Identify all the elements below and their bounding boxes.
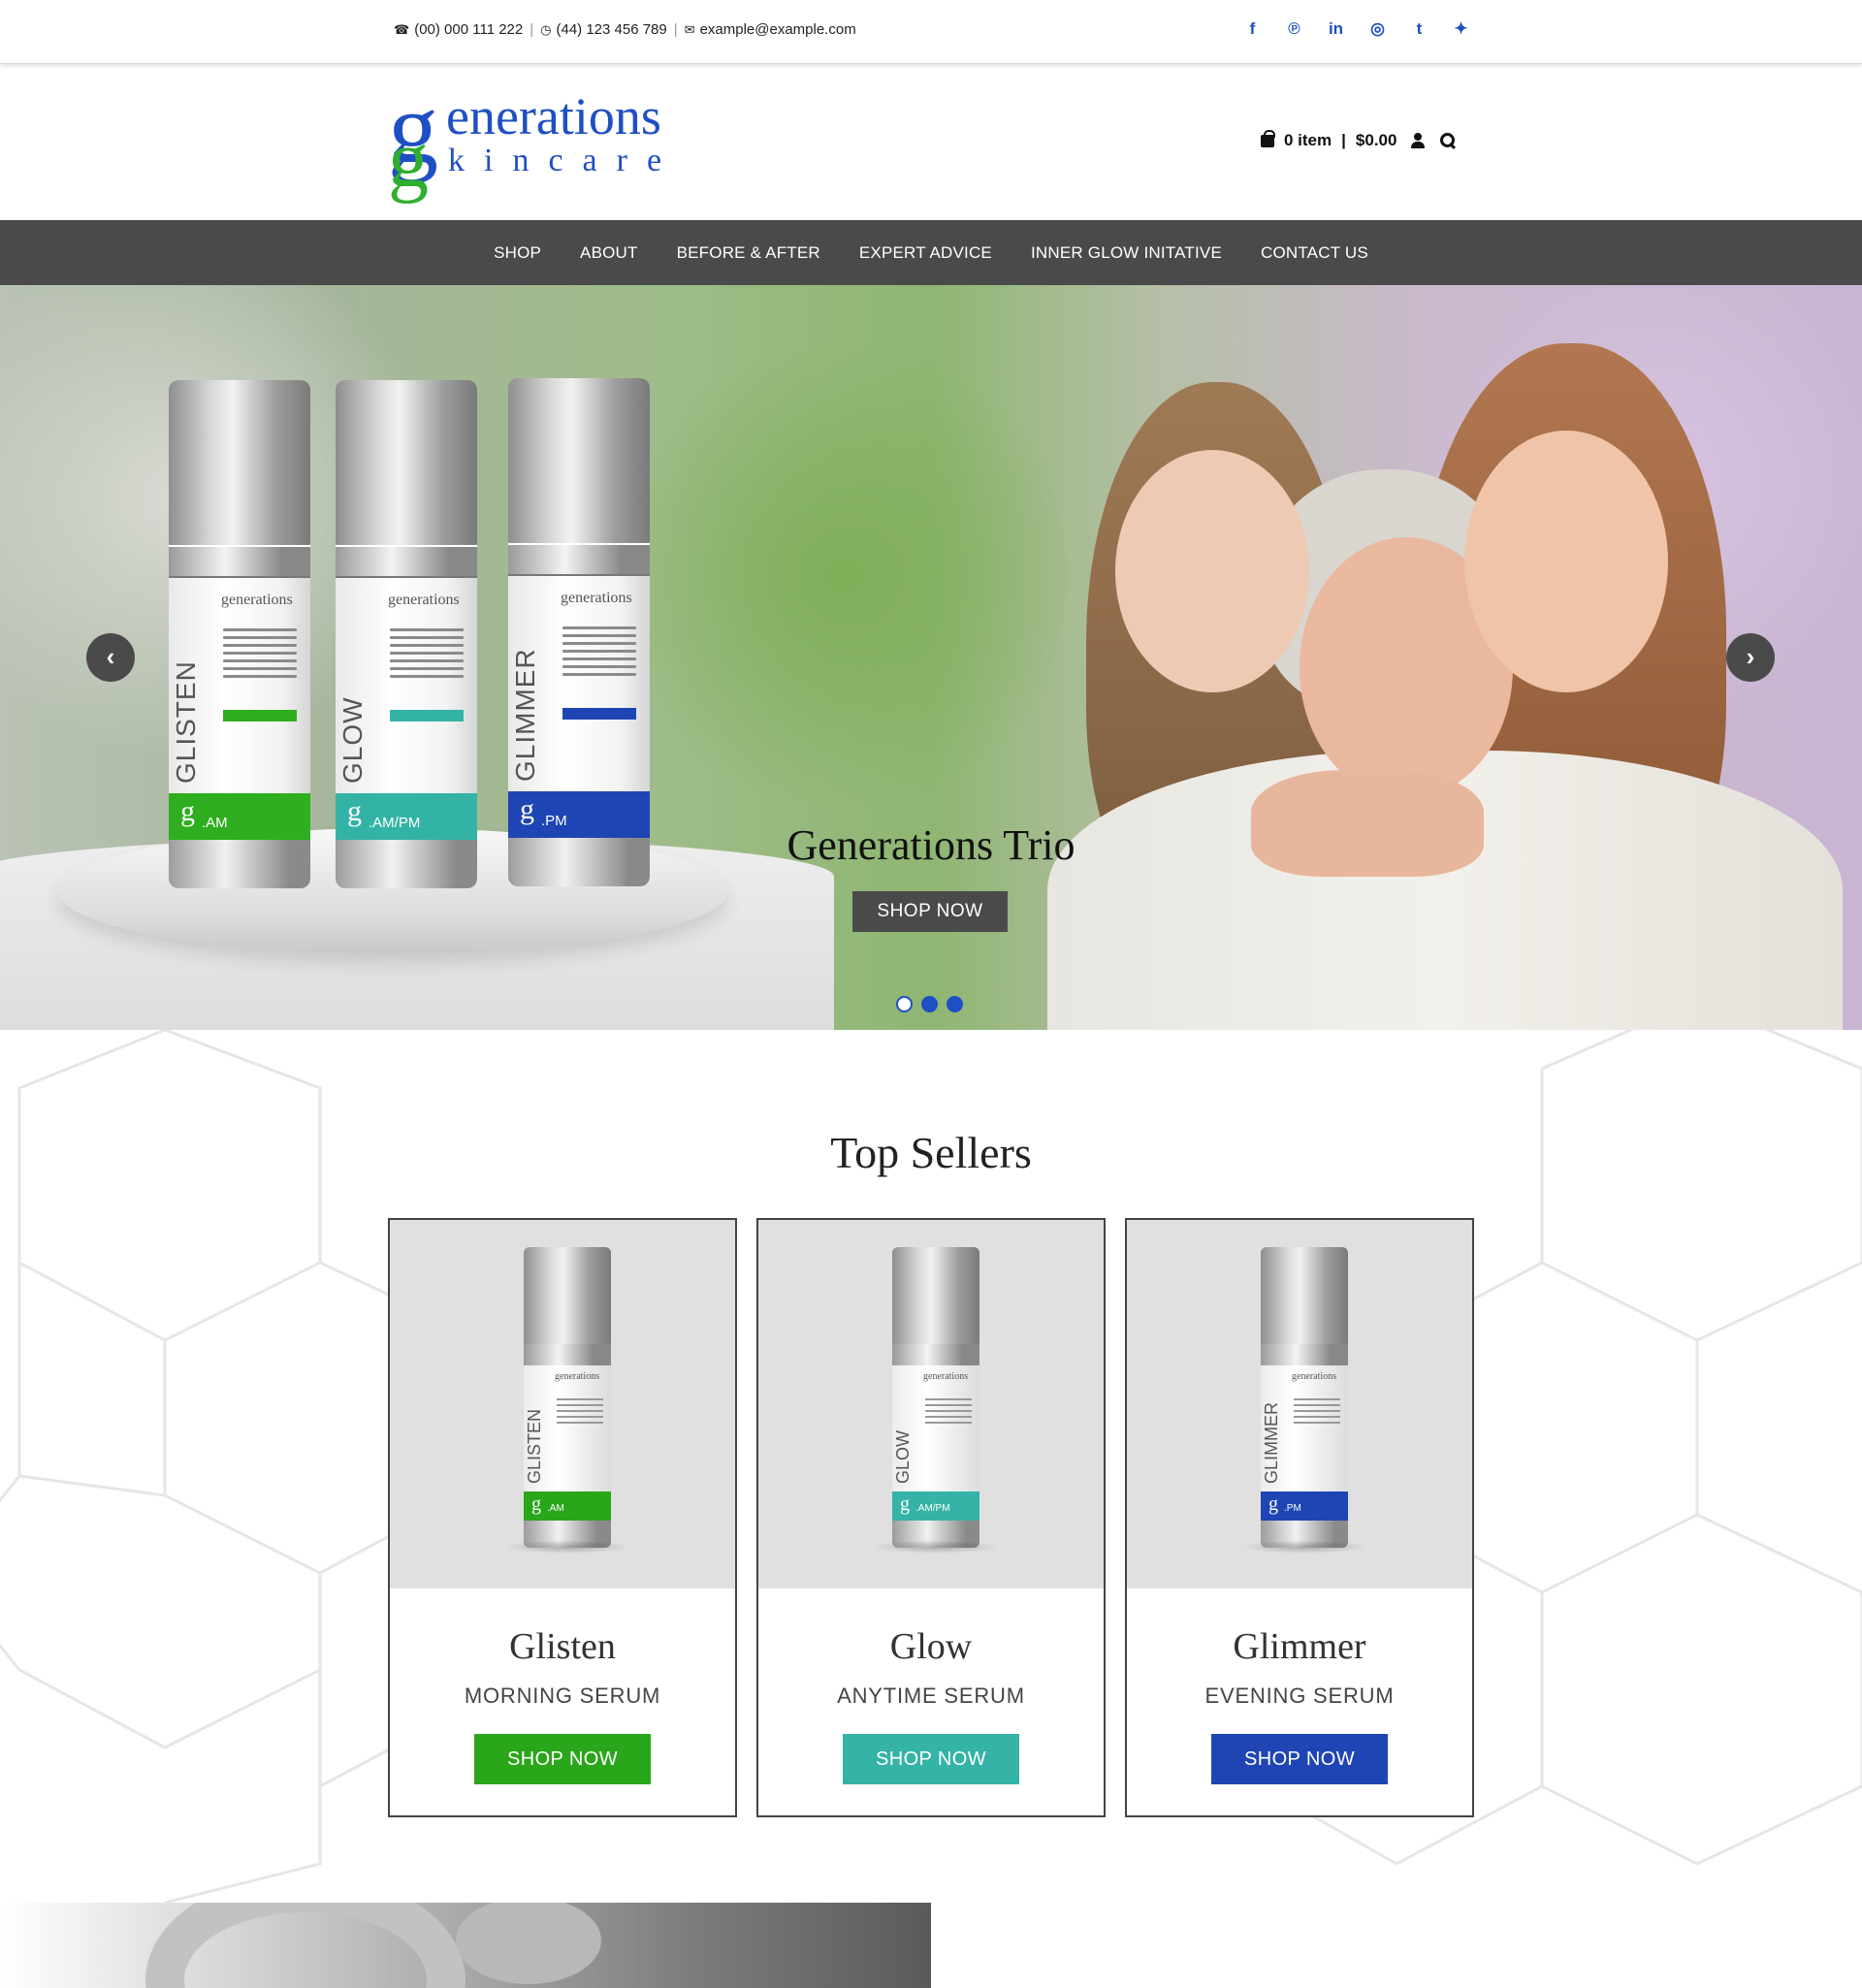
- hero-background-blur: [621, 324, 1067, 828]
- envelope-icon: ✉: [684, 21, 695, 37]
- slider-dots: [896, 996, 972, 1012]
- site-header: g g enerations kincare 0 item | $0.00: [0, 65, 1862, 220]
- bottle-brand: generations: [388, 592, 460, 608]
- main-nav: SHOP ABOUT BEFORE & AFTER EXPERT ADVICE …: [0, 220, 1862, 285]
- product-name[interactable]: Glisten: [390, 1625, 735, 1668]
- cart-divider: |: [1341, 131, 1346, 149]
- slider-dot-1[interactable]: [896, 996, 913, 1012]
- hero-shop-now-button[interactable]: SHOP NOW: [852, 891, 1008, 932]
- bottle-brand: generations: [1292, 1371, 1337, 1382]
- large-g-logo-mark-tail: [456, 1903, 601, 1984]
- bottle-brand: generations: [923, 1371, 969, 1382]
- bottle-g-mark: g: [1268, 1493, 1278, 1515]
- product-image[interactable]: GLISTEN generations g .AM: [390, 1220, 735, 1588]
- bottle-name: GLOW: [893, 1429, 913, 1484]
- bottle-brand: generations: [221, 592, 293, 608]
- site-logo[interactable]: g g enerations kincare: [384, 79, 694, 201]
- bottle-name: GLIMMER: [1262, 1401, 1281, 1484]
- product-card-glimmer[interactable]: GLIMMER generations g .PM Glimmer EVENIN…: [1125, 1218, 1474, 1817]
- bottle-band-label: .AM: [547, 1503, 564, 1514]
- bottle-brand: generations: [555, 1371, 600, 1382]
- logo-g-green: g: [388, 114, 429, 205]
- pinterest-icon[interactable]: ℗: [1273, 19, 1315, 39]
- instagram-icon[interactable]: ◎: [1357, 19, 1398, 39]
- slider-dot-2[interactable]: [921, 996, 938, 1012]
- shop-now-button-glisten[interactable]: SHOP NOW: [474, 1734, 651, 1784]
- slider-dot-3[interactable]: [947, 996, 963, 1012]
- product-name[interactable]: Glimmer: [1127, 1625, 1472, 1668]
- product-image[interactable]: GLOW generations g .AM/PM: [758, 1220, 1104, 1588]
- product-name[interactable]: Glow: [758, 1625, 1104, 1668]
- logo-word-2: kincare: [448, 143, 682, 178]
- nav-item-before-after[interactable]: BEFORE & AFTER: [658, 243, 840, 263]
- contact-divider: |: [673, 21, 678, 38]
- shop-now-button-glow[interactable]: SHOP NOW: [843, 1734, 1019, 1784]
- top-sellers-section: Top Sellers GLISTEN generations g .AM Gl…: [0, 1030, 1862, 1903]
- facebook-icon[interactable]: f: [1232, 19, 1273, 39]
- twitter-icon[interactable]: ✦: [1440, 19, 1482, 39]
- bottle-g-mark: g: [347, 795, 362, 827]
- hero-title: Generations Trio: [787, 821, 1075, 869]
- product-card-glisten[interactable]: GLISTEN generations g .AM Glisten MORNIN…: [388, 1218, 737, 1817]
- cart-summary[interactable]: 0 item | $0.00: [1261, 129, 1456, 150]
- phone-1-text: (00) 000 111 222: [414, 21, 524, 38]
- phone-icon: ☎: [394, 21, 410, 37]
- logo-word-1: enerations: [446, 87, 661, 145]
- bottle-name: GLISTEN: [525, 1408, 544, 1484]
- product-subtitle: ANYTIME SERUM: [837, 1683, 1025, 1708]
- bottle-name: GLISTEN: [171, 660, 201, 784]
- shopping-bag-icon: [1261, 129, 1275, 147]
- shop-now-button-glimmer[interactable]: SHOP NOW: [1211, 1734, 1388, 1784]
- contact-phone-1[interactable]: ☎ (00) 000 111 222: [394, 21, 523, 38]
- cart-total: $0.00: [1355, 131, 1397, 149]
- product-card-glow[interactable]: GLOW generations g .AM/PM Glow ANYTIME S…: [756, 1218, 1106, 1817]
- top-sellers-title: Top Sellers: [830, 1128, 1032, 1177]
- contact-phone-2[interactable]: ◷ (44) 123 456 789: [540, 21, 667, 38]
- bottle-band-label: .PM: [541, 813, 567, 829]
- social-links: f ℗ in ◎ t ✦: [1232, 19, 1482, 39]
- large-g-logo-mark: [145, 1903, 466, 1988]
- bottle-band-label: .AM/PM: [915, 1503, 950, 1514]
- bottle-name: GLIMMER: [510, 648, 540, 782]
- bottle-g-mark: g: [531, 1493, 541, 1515]
- linkedin-icon[interactable]: in: [1315, 19, 1357, 39]
- hero-bottle-glimmer: GLIMMER generations g .PM: [508, 378, 650, 886]
- nav-item-shop[interactable]: SHOP: [474, 243, 561, 263]
- bottle-brand: generations: [561, 590, 632, 606]
- hero-bottle-glow: GLOW generations g .AM/PM: [336, 380, 477, 888]
- top-bar: ☎ (00) 000 111 222 | ◷ (44) 123 456 789 …: [0, 0, 1862, 64]
- bottle-name: GLOW: [337, 696, 368, 784]
- cart-item-count: 0 item: [1284, 131, 1332, 149]
- bottle-band-label: .PM: [1284, 1503, 1301, 1514]
- clock-icon: ◷: [540, 21, 552, 37]
- hero-bottle-glisten: GLISTEN generations g .AM: [169, 380, 310, 888]
- nav-item-contact[interactable]: CONTACT US: [1241, 243, 1388, 263]
- bottle-g-mark: g: [180, 795, 195, 827]
- search-icon[interactable]: [1440, 133, 1456, 148]
- contact-info: ☎ (00) 000 111 222 | ◷ (44) 123 456 789 …: [394, 21, 856, 38]
- hero-people-photo: [1009, 343, 1862, 1030]
- phone-2-text: (44) 123 456 789: [556, 21, 667, 38]
- email-text: example@example.com: [699, 21, 856, 38]
- nav-item-expert-advice[interactable]: EXPERT ADVICE: [840, 243, 1011, 263]
- slider-prev-arrow-icon[interactable]: ‹: [86, 633, 135, 682]
- bottle-g-mark: g: [900, 1493, 910, 1515]
- contact-divider: |: [530, 21, 534, 38]
- product-subtitle: MORNING SERUM: [464, 1683, 661, 1708]
- bottle-band-label: .AM: [202, 815, 228, 831]
- slider-next-arrow-icon[interactable]: ›: [1726, 633, 1775, 682]
- nav-item-about[interactable]: ABOUT: [561, 243, 658, 263]
- tumblr-icon[interactable]: t: [1398, 19, 1440, 39]
- contact-email[interactable]: ✉ example@example.com: [685, 21, 856, 38]
- bottle-band-label: .AM/PM: [369, 815, 421, 831]
- bottle-g-mark: g: [520, 793, 534, 825]
- bottom-banner: [0, 1903, 931, 1988]
- product-image[interactable]: GLIMMER generations g .PM: [1127, 1220, 1472, 1588]
- user-icon[interactable]: [1410, 133, 1426, 148]
- nav-item-inner-glow[interactable]: INNER GLOW INITATIVE: [1011, 243, 1241, 263]
- hero-slider: GLISTEN generations g .AM GLOW generatio…: [0, 285, 1862, 1030]
- product-subtitle: EVENING SERUM: [1204, 1683, 1395, 1708]
